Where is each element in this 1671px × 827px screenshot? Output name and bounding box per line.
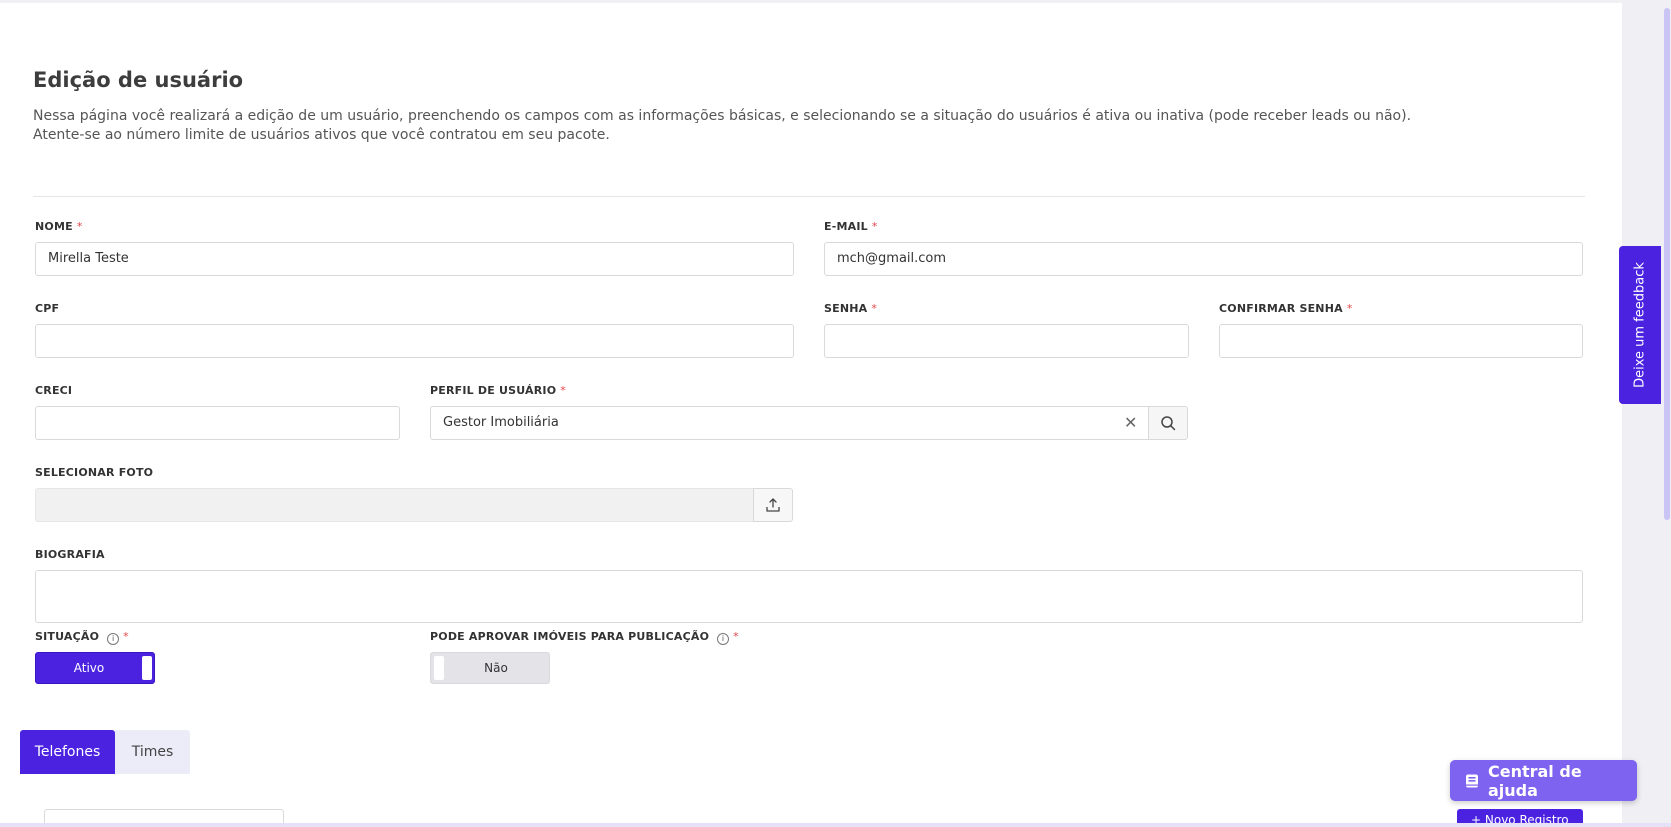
creci-label: CRECI [35, 384, 72, 397]
section-divider [33, 196, 1585, 197]
feedback-tab[interactable]: Deixe um feedback [1619, 246, 1661, 404]
nome-label-text: NOME [35, 220, 73, 233]
perfil-search-button[interactable] [1148, 406, 1188, 440]
help-center-label: Central de ajuda [1487, 761, 1582, 800]
nome-input[interactable]: Mirella Teste [35, 242, 794, 276]
book-icon [1465, 774, 1478, 787]
required-marker: * [871, 302, 878, 315]
confirmar-senha-label-text: CONFIRMAR SENHA [1219, 302, 1343, 315]
aprovar-toggle-label: Não [484, 661, 508, 675]
email-label-text: E-MAIL [824, 220, 868, 233]
required-marker: * [123, 630, 129, 643]
senha-input[interactable] [824, 324, 1189, 358]
creci-input[interactable] [35, 406, 400, 440]
foto-label-text: SELECIONAR FOTO [35, 466, 154, 479]
situacao-toggle-label: Ativo [73, 661, 105, 675]
page-description: Nessa página você realizará a edição de … [33, 107, 1483, 145]
feedback-label: Deixe um feedback [1632, 262, 1648, 388]
help-center-button[interactable]: Central de ajuda [1450, 760, 1637, 801]
scrollbar-thumb[interactable] [1664, 8, 1670, 520]
info-icon[interactable]: i [107, 633, 120, 645]
aprovar-label: PODE APROVAR IMÓVEIS PARA PUBLICAÇÃO i * [430, 630, 739, 645]
perfil-select[interactable]: Gestor Imobiliária [430, 406, 1150, 440]
upload-button[interactable] [753, 488, 793, 522]
required-marker: * [76, 220, 83, 233]
upload-icon [766, 498, 780, 512]
senha-label-text: SENHA [824, 302, 868, 315]
perfil-label: PERFIL DE USUÁRIO * [430, 384, 566, 397]
bottom-border [0, 823, 1671, 827]
aprovar-toggle[interactable]: Não [430, 652, 550, 684]
nome-label: NOME * [35, 220, 83, 233]
situacao-label: SITUAÇÃO i * [35, 630, 129, 645]
foto-input[interactable] [35, 488, 755, 522]
tab-telefones[interactable]: Telefones [20, 730, 115, 774]
cpf-input[interactable] [35, 324, 794, 358]
foto-label: SELECIONAR FOTO [35, 466, 153, 479]
creci-label-text: CRECI [35, 384, 73, 397]
perfil-label-text: PERFIL DE USUÁRIO [430, 384, 557, 397]
description-line-2: Atente-se ao número limite de usuários a… [33, 127, 610, 143]
aprovar-label-text: PODE APROVAR IMÓVEIS PARA PUBLICAÇÃO [430, 630, 710, 643]
clear-icon[interactable]: ✕ [1124, 413, 1137, 432]
senha-label: SENHA * [824, 302, 877, 315]
situacao-toggle[interactable]: Ativo [35, 652, 155, 684]
biografia-label: BIOGRAFIA [35, 548, 105, 561]
cpf-label: CPF [35, 302, 59, 315]
page-title: Edição de usuário [33, 68, 244, 92]
situacao-label-text: SITUAÇÃO [35, 630, 100, 643]
tab-times[interactable]: Times [115, 730, 190, 774]
confirmar-senha-input[interactable] [1219, 324, 1583, 358]
user-edit-page: Edição de usuário Nessa página você real… [0, 0, 1671, 827]
required-marker: * [1346, 302, 1353, 315]
toggle-knob [142, 656, 152, 680]
cpf-label-text: CPF [35, 302, 60, 315]
info-icon[interactable]: i [717, 633, 730, 645]
required-marker: * [871, 220, 878, 233]
required-marker: * [560, 384, 566, 397]
required-marker: * [733, 630, 739, 643]
confirmar-senha-label: CONFIRMAR SENHA * [1219, 302, 1353, 315]
email-input[interactable]: mch@gmail.com [824, 242, 1583, 276]
biografia-textarea[interactable] [35, 570, 1583, 623]
top-border [0, 0, 1622, 3]
biografia-label-text: BIOGRAFIA [35, 548, 105, 561]
search-icon [1161, 416, 1176, 431]
description-line-1: Nessa página você realizará a edição de … [33, 108, 1412, 124]
email-label: E-MAIL * [824, 220, 878, 233]
